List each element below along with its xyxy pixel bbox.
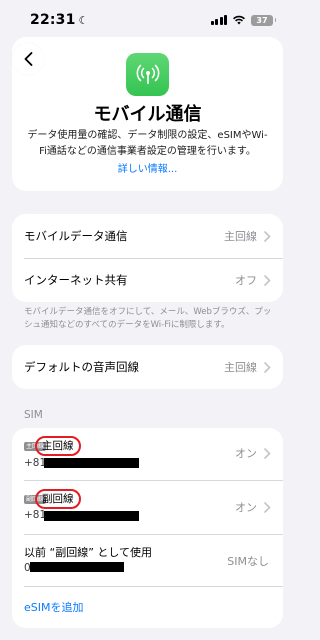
sim-card: 主回線 主回線 +81 オン 副回線 副回線 +81 オン 以前 “副回線” と…: [12, 428, 283, 628]
chevron-right-icon: [264, 274, 271, 286]
chevron-right-icon: [264, 230, 271, 242]
chevron-left-icon: [24, 52, 32, 66]
status-indicators: 37: [210, 14, 276, 26]
sim-section-header: SIM: [24, 409, 43, 421]
cellular-app-icon: [126, 53, 169, 96]
battery-level: 37: [256, 15, 268, 25]
secondary-phone-prefix: +81: [24, 509, 47, 521]
page-description: データ使用量の確認、データ制限の設定、eSIMやWi-Fi通話などの通信事業者設…: [27, 130, 268, 157]
moon-icon: ☾: [78, 13, 89, 27]
previous-sim-label: 以前 “副回線” として使用: [24, 546, 153, 559]
voice-card: デフォルトの音声回線 主回線: [12, 345, 283, 389]
status-time-group: 22:31 ☾: [30, 12, 88, 28]
wifi-icon: [233, 15, 245, 25]
hotspot-value: オフ: [235, 274, 257, 287]
status-bar: 22:31 ☾ 37: [0, 0, 295, 40]
previous-sim-status: SIMなし: [227, 555, 269, 568]
cellular-footnote: モバイルデータ通信をオフにして、メール、Webブラウズ、プッシュ通知などのすべて…: [24, 307, 272, 330]
default-voice-row[interactable]: デフォルトの音声回線 主回線: [12, 345, 283, 389]
status-time: 22:31: [30, 12, 76, 28]
chevron-right-icon: [264, 501, 271, 513]
back-button[interactable]: [12, 43, 44, 75]
divider: [24, 534, 283, 535]
default-voice-label: デフォルトの音声回線: [24, 360, 139, 374]
cellular-data-value: 主回線: [224, 230, 257, 243]
antenna-icon: [136, 64, 159, 84]
hotspot-label: インターネット共有: [24, 273, 128, 287]
previous-sim-row[interactable]: 以前 “副回線” として使用 0 SIMなし: [12, 536, 283, 586]
hotspot-row[interactable]: インターネット共有 オフ: [12, 258, 283, 302]
signal-icon: [210, 15, 227, 25]
learn-more-link[interactable]: 詳しい情報...: [0, 160, 295, 175]
secondary-sim-row[interactable]: 副回線 副回線 +81 オン: [12, 482, 283, 532]
redacted-phone-number: [44, 458, 139, 468]
divider: [24, 480, 283, 481]
primary-sim-status: オン: [235, 447, 257, 460]
add-esim-link[interactable]: eSIMを追加: [24, 599, 84, 615]
redacted-phone-number: [44, 511, 139, 521]
cellular-settings-card: モバイルデータ通信 主回線 インターネット共有 オフ: [12, 214, 283, 302]
battery-icon: 37: [251, 14, 276, 26]
chevron-right-icon: [264, 361, 271, 373]
chevron-right-icon: [264, 447, 271, 459]
secondary-sim-name: 副回線: [35, 489, 81, 509]
default-voice-value: 主回線: [224, 361, 257, 374]
cellular-data-label: モバイルデータ通信: [24, 229, 128, 243]
primary-sim-row[interactable]: 主回線 主回線 +81 オン: [12, 428, 283, 478]
primary-sim-name: 主回線: [35, 436, 81, 456]
secondary-sim-status: オン: [235, 501, 257, 514]
primary-phone-prefix: +81: [24, 457, 47, 469]
cellular-data-row[interactable]: モバイルデータ通信 主回線: [12, 214, 283, 258]
page-title: モバイル通信: [93, 104, 202, 125]
redacted-phone-number: [30, 562, 124, 572]
add-esim-row[interactable]: eSIMを追加: [12, 586, 283, 628]
